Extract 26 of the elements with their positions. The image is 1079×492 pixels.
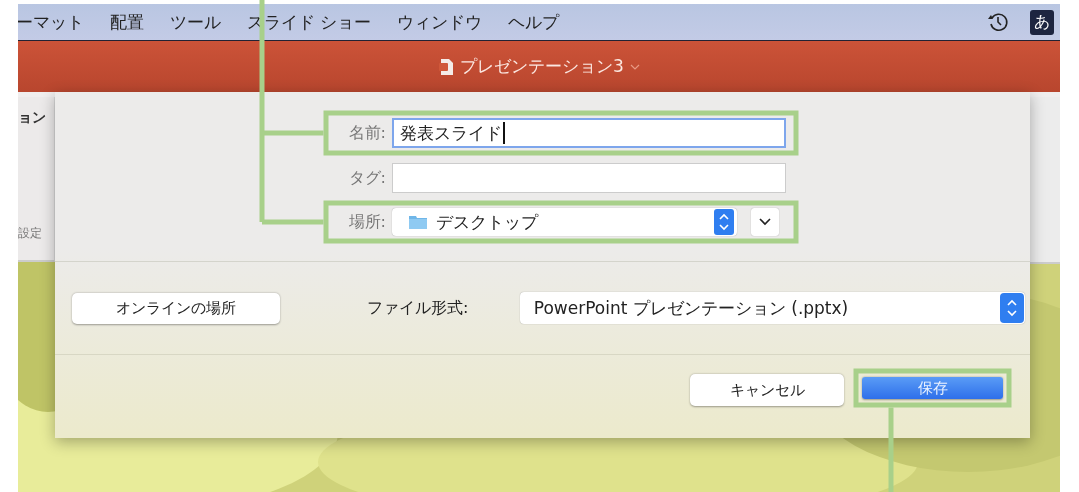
field-label: タグ: (347, 167, 386, 189)
ribbon-label: 設定 (18, 225, 43, 242)
menu-item[interactable]: ヘルプ (508, 10, 560, 34)
input-method-indicator[interactable]: あ (1030, 9, 1054, 35)
document-title: プレゼンテーション3 (460, 55, 624, 78)
field-label: 場所: (347, 211, 386, 233)
menu-item[interactable]: ーマット (18, 10, 84, 34)
stepper-icon (1000, 293, 1024, 323)
name-field[interactable]: 発表スライド (392, 118, 786, 148)
expand-button[interactable] (751, 208, 779, 236)
online-locations-button[interactable]: オンラインの場所 (72, 292, 280, 324)
menu-item[interactable]: 配置 (110, 10, 144, 34)
chevron-down-icon (759, 218, 771, 226)
location-popup[interactable]: デスクトップ (392, 208, 737, 236)
folder-icon (408, 214, 428, 230)
menu-item[interactable]: ツール (170, 10, 221, 34)
menu-item[interactable]: ウィンドウ (397, 10, 483, 34)
stepper-icon (714, 209, 734, 235)
ribbon-label: ョン (18, 109, 47, 127)
cancel-button[interactable]: キャンセル (690, 374, 844, 406)
clock-arrow-icon[interactable] (986, 10, 1010, 34)
format-label: ファイル形式: (366, 297, 470, 319)
file-format-popup[interactable]: PowerPoint プレゼンテーション (.pptx) (519, 292, 1025, 324)
tags-field[interactable] (392, 163, 786, 193)
field-label: 名前: (347, 122, 386, 144)
document-icon (438, 57, 455, 76)
